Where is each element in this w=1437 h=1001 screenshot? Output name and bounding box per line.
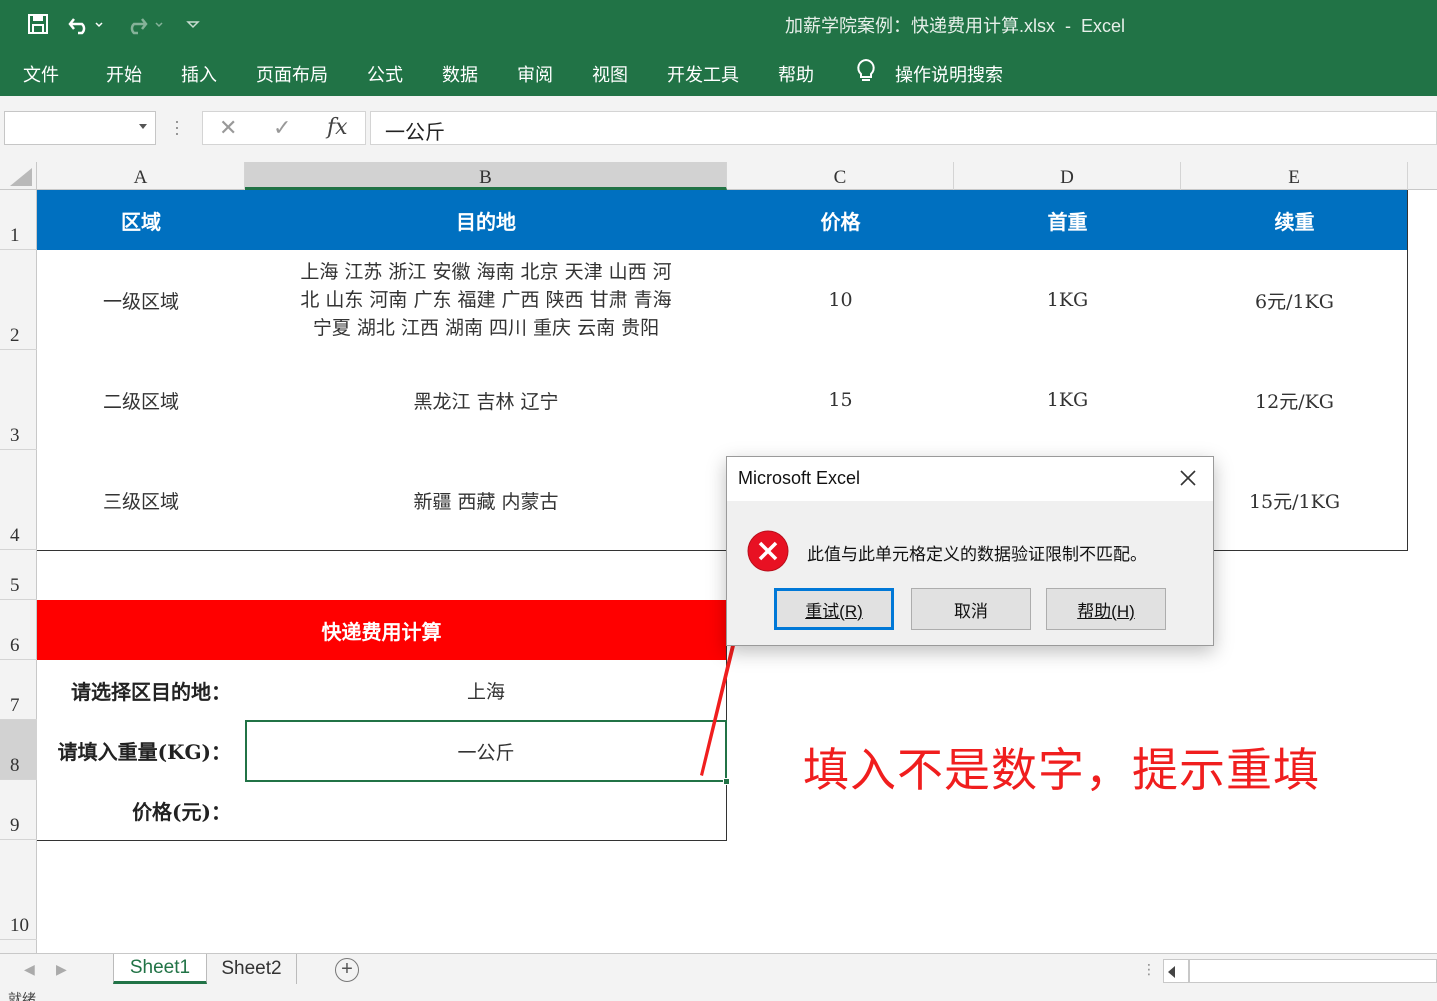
row-header-10[interactable]: 10 [0, 840, 37, 940]
dialog-title-bar: Microsoft Excel [727, 457, 1213, 501]
row-header-7[interactable]: 7 [0, 660, 37, 720]
help-button[interactable]: 帮助(H) [1046, 588, 1166, 630]
row-header-5[interactable]: 5 [0, 550, 37, 600]
column-header-d[interactable]: D [954, 162, 1181, 190]
redo-icon[interactable] [120, 10, 168, 38]
column-header-b[interactable]: B [245, 162, 727, 190]
error-icon [747, 530, 789, 572]
select-all-icon [10, 168, 32, 186]
row-header: 1 2 3 4 5 6 7 8 9 10 [0, 190, 37, 953]
formula-bar-area: · · · ✕ ✓ fx 一公斤 [0, 96, 1437, 162]
formula-buttons: ✕ ✓ fx [202, 111, 366, 145]
tab-formulas[interactable]: 公式 [367, 61, 403, 87]
column-header: A B C D E [0, 162, 1437, 190]
cancel-icon[interactable]: ✕ [219, 115, 237, 141]
customize-toolbar-icon[interactable] [180, 10, 206, 38]
row-header-6[interactable]: 6 [0, 600, 37, 660]
name-box[interactable] [4, 111, 156, 145]
chevron-down-icon[interactable] [139, 124, 147, 129]
row-header-3[interactable]: 3 [0, 350, 37, 450]
add-sheet-icon[interactable]: + [335, 958, 359, 982]
column-header-c[interactable]: C [727, 162, 954, 190]
status-bar: 就绪 [0, 987, 1437, 1001]
title-bar: 加薪学院案例：快递费用计算.xlsx - Excel [0, 0, 1437, 48]
column-header-a[interactable]: A [37, 162, 245, 190]
sheet-tab-sheet1[interactable]: Sheet1 [113, 954, 207, 984]
validation-error-dialog: Microsoft Excel 此值与此单元格定义的数据验证限制不匹配。 重试(… [726, 456, 1214, 646]
row-header-2[interactable]: 2 [0, 250, 37, 350]
tab-view[interactable]: 视图 [592, 61, 628, 87]
lightbulb-icon[interactable] [855, 58, 877, 89]
retry-button[interactable]: 重试(R) [774, 588, 894, 630]
price-result-cell[interactable] [245, 780, 727, 840]
scroll-tabs-left-icon[interactable]: ◀ [24, 961, 35, 978]
tab-developer[interactable]: 开发工具 [667, 61, 739, 87]
save-icon[interactable] [22, 10, 54, 38]
sheet-tab-sheet2[interactable]: Sheet2 [207, 954, 297, 984]
scroll-left-icon[interactable] [1168, 966, 1175, 978]
undo-icon[interactable] [66, 10, 106, 38]
destination-select-cell[interactable]: 上海 [245, 660, 727, 720]
tab-home[interactable]: 开始 [106, 61, 142, 87]
sheet-tab-bar: ◀ ▶ Sheet1 Sheet2 + ⋮ [0, 953, 1437, 987]
destination-label[interactable]: 请选择区目的地： [37, 660, 245, 720]
status-text: 就绪 [8, 991, 36, 1001]
tab-review[interactable]: 审阅 [517, 61, 553, 87]
cancel-button[interactable]: 取消 [911, 588, 1031, 630]
row-header-8[interactable]: 8 [0, 720, 37, 780]
tab-page-layout[interactable]: 页面布局 [256, 61, 328, 87]
select-all-corner[interactable] [0, 162, 37, 190]
insert-function-icon[interactable]: fx [327, 115, 348, 140]
active-cell-selection [245, 720, 730, 785]
row-header-1[interactable]: 1 [0, 190, 37, 250]
column-header-e[interactable]: E [1181, 162, 1408, 190]
splitter-handle-icon[interactable]: ⋮ [1142, 961, 1156, 978]
row-header-9[interactable]: 9 [0, 780, 37, 840]
tell-me-search[interactable]: 操作说明搜索 [895, 61, 1003, 87]
close-icon[interactable] [1177, 467, 1199, 489]
row-header-4[interactable]: 4 [0, 450, 37, 550]
tab-data[interactable]: 数据 [442, 61, 478, 87]
annotation-text: 填入不是数字，提示重填 [803, 743, 1320, 797]
more-icon: · · · [174, 111, 180, 143]
weight-label[interactable]: 请填入重量(KG)： [37, 720, 245, 780]
window-title: 加薪学院案例：快递费用计算.xlsx - Excel [785, 16, 1126, 36]
horizontal-scrollbar[interactable] [1163, 959, 1437, 983]
tab-file[interactable]: 文件 [23, 61, 59, 87]
calculator-title[interactable]: 快递费用计算 [37, 600, 726, 660]
scrollbar-divider [1188, 960, 1190, 982]
tab-insert[interactable]: 插入 [181, 61, 217, 87]
price-label[interactable]: 价格(元)： [37, 780, 245, 840]
dialog-message: 此值与此单元格定义的数据验证限制不匹配。 [807, 545, 1147, 564]
ribbon-tabs: 文件 开始 插入 页面布局 公式 数据 审阅 视图 开发工具 帮助 操作说明搜索 [0, 48, 1437, 96]
formula-input[interactable]: 一公斤 [370, 111, 1437, 145]
enter-icon[interactable]: ✓ [273, 115, 291, 141]
tab-help[interactable]: 帮助 [778, 61, 814, 87]
dialog-title: Microsoft Excel [738, 468, 861, 488]
scroll-tabs-right-icon[interactable]: ▶ [56, 961, 67, 978]
